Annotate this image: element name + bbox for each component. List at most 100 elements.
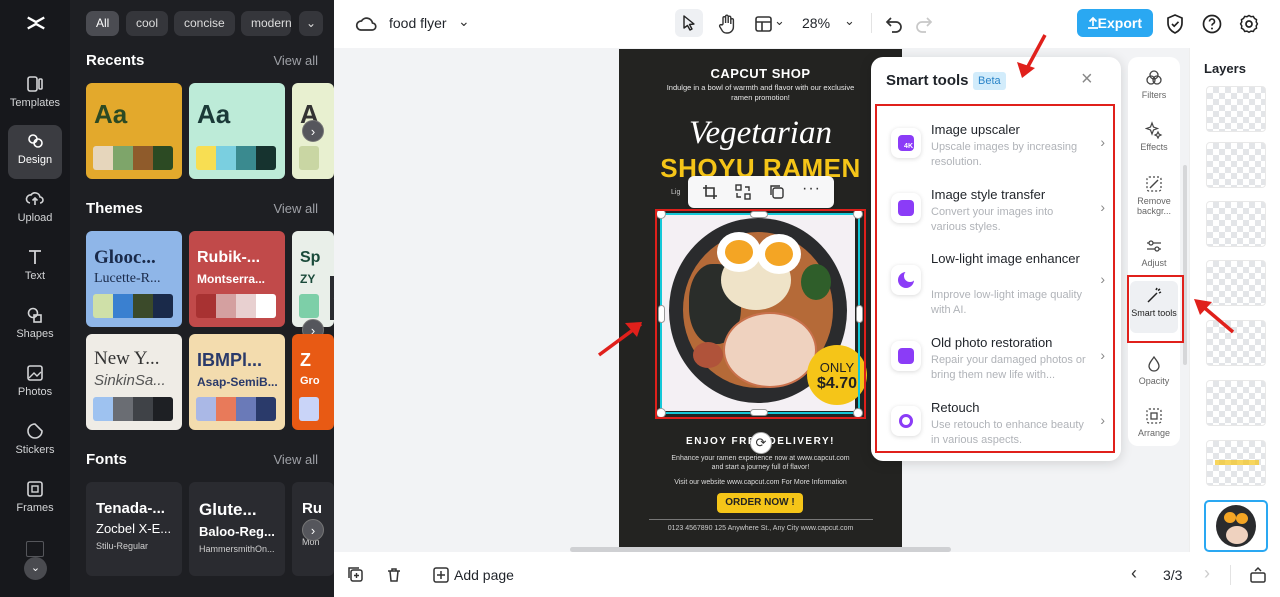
rail-design[interactable]: Design [8,125,62,179]
chip-cool[interactable]: cool [126,11,169,36]
rail-upload[interactable]: Upload [8,183,62,237]
rail-shapes[interactable]: Shapes [8,299,62,353]
capcut-logo[interactable] [25,12,47,34]
chip-concise[interactable]: concise [174,11,235,36]
collapse-down-icon[interactable]: ⌄ [24,557,47,580]
shield-icon[interactable] [1163,12,1187,36]
project-name[interactable]: food flyer [389,15,447,31]
rail-label: Stickers [15,444,55,456]
card-heading: IBMPl... [197,350,263,370]
duplicate-icon[interactable] [769,184,785,200]
card-subheading: Montserra... [197,272,266,286]
annotation-box-image [655,209,866,419]
tool-filters[interactable]: Filters [1130,63,1178,111]
rail-frames[interactable]: Frames [8,473,62,527]
tool-label: Remove backgr... [1136,196,1172,216]
font-card[interactable]: Glute... Baloo-Reg... HammersmithOn... [189,482,285,576]
layer-thumbnail[interactable] [1206,380,1266,426]
settings-gear-icon[interactable] [1237,12,1261,36]
cloud-icon[interactable] [354,12,378,36]
rail-photos[interactable]: Photos [8,357,62,411]
layer-thumbnail[interactable] [1206,86,1266,132]
export-button[interactable]: Export [1077,9,1153,37]
design-panel: All cool concise modern ⌄ Recents View a… [70,0,334,597]
annotation-box-smart-tools-button [1127,275,1184,343]
add-page-button[interactable]: Add page [454,567,514,583]
chevron-down-icon[interactable]: ⌄ [299,11,323,36]
theme-card[interactable]: Glooc... Lucette-R... [86,231,182,327]
zoom-level[interactable]: 28% [802,15,830,31]
add-frame-icon[interactable] [347,566,365,584]
help-icon[interactable] [1200,12,1224,36]
card-heading: New Y... [94,348,160,369]
layers-title: Layers [1204,61,1246,76]
tool-adjust[interactable]: Adjust [1130,231,1178,279]
theme-card[interactable]: IBMPl... Asap-SemiB... [189,334,285,430]
add-page-icon[interactable] [432,566,450,584]
annotation-arrow-icon [1017,34,1047,78]
fonts-view-all[interactable]: View all [273,452,318,467]
more-icon[interactable] [26,541,44,557]
pages-panel-icon[interactable] [1249,566,1267,584]
recents-view-all[interactable]: View all [273,53,318,68]
annotation-arrow-icon [1194,299,1235,334]
trash-icon[interactable] [385,566,403,584]
themes-view-all[interactable]: View all [273,201,318,216]
tool-rail: Filters Effects Remove backgr... Adjust … [1128,57,1180,446]
rail-templates[interactable]: Templates [8,68,62,122]
chip-all[interactable]: All [86,11,120,36]
card-heading: Glooc... [94,247,156,268]
crop-icon[interactable] [702,184,718,200]
replace-icon[interactable] [735,184,751,200]
flyer-body-1: Enhance your ramen experience now at www… [671,455,850,462]
redo-icon[interactable] [912,12,936,36]
flyer-divider [649,519,873,520]
theme-card[interactable]: Z Gro [292,334,334,430]
rail-label: Upload [17,212,53,224]
scroll-right-icon[interactable]: › [302,120,324,142]
card-subheading: Lucette-R... [94,271,161,286]
chip-modern[interactable]: modern [241,11,291,36]
scroll-right-icon[interactable]: › [302,519,324,541]
font-name-primary: Glute... [199,500,257,519]
more-options-icon[interactable]: ··· [802,180,821,198]
rail-stickers[interactable]: Stickers [8,415,62,469]
tool-effects[interactable]: Effects [1130,115,1178,163]
layer-thumbnail-selected[interactable] [1204,500,1268,552]
tool-remove-background[interactable]: Remove backgr... [1130,169,1178,217]
project-menu-chevron-icon[interactable]: ⌄ [458,13,470,30]
tool-label: Arrange [1137,428,1171,438]
rail-label: Text [24,270,46,282]
filters-icon [1146,70,1162,85]
theme-card[interactable]: Sp ZY [292,231,334,327]
close-icon[interactable]: × [1081,68,1093,91]
undo-icon[interactable] [882,12,906,36]
color-swatches [93,146,173,170]
layout-chevron-icon[interactable]: ⌄ [774,13,785,29]
theme-card[interactable]: New Y... SinkinSa... [86,334,182,430]
prev-page-icon[interactable]: ‹ [1131,563,1137,584]
layer-thumbnail[interactable] [1206,440,1266,486]
layer-thumbnail[interactable] [1206,142,1266,188]
layout-icon[interactable] [752,12,776,36]
next-page-icon[interactable]: › [1204,563,1210,584]
recent-card[interactable]: Aa [189,83,285,179]
tool-opacity[interactable]: Opacity [1130,349,1178,397]
layer-thumbnail[interactable] [1206,201,1266,247]
rail-text[interactable]: Text [8,241,62,295]
font-card[interactable]: Tenada-... Zocbel X-E... Stilu-Regular [86,482,182,576]
recent-card[interactable]: Aa [86,83,182,179]
hand-icon[interactable] [715,12,739,36]
tool-arrange[interactable]: Arrange [1130,401,1178,449]
recents-title: Recents [86,52,145,69]
card-subheading: SinkinSa... [94,372,166,389]
rotate-icon[interactable]: ⟳ [750,432,772,454]
canvas-scrollbar[interactable] [570,547,951,552]
zoom-chevron-icon[interactable]: ⌄ [844,13,855,29]
font-name-primary: Ru [302,500,322,517]
select-tool-button[interactable] [675,9,703,37]
rail-label: Frames [16,502,54,514]
tool-label: Opacity [1138,376,1170,386]
theme-card[interactable]: Rubik-... Montserra... [189,231,285,327]
color-swatches [93,294,173,318]
